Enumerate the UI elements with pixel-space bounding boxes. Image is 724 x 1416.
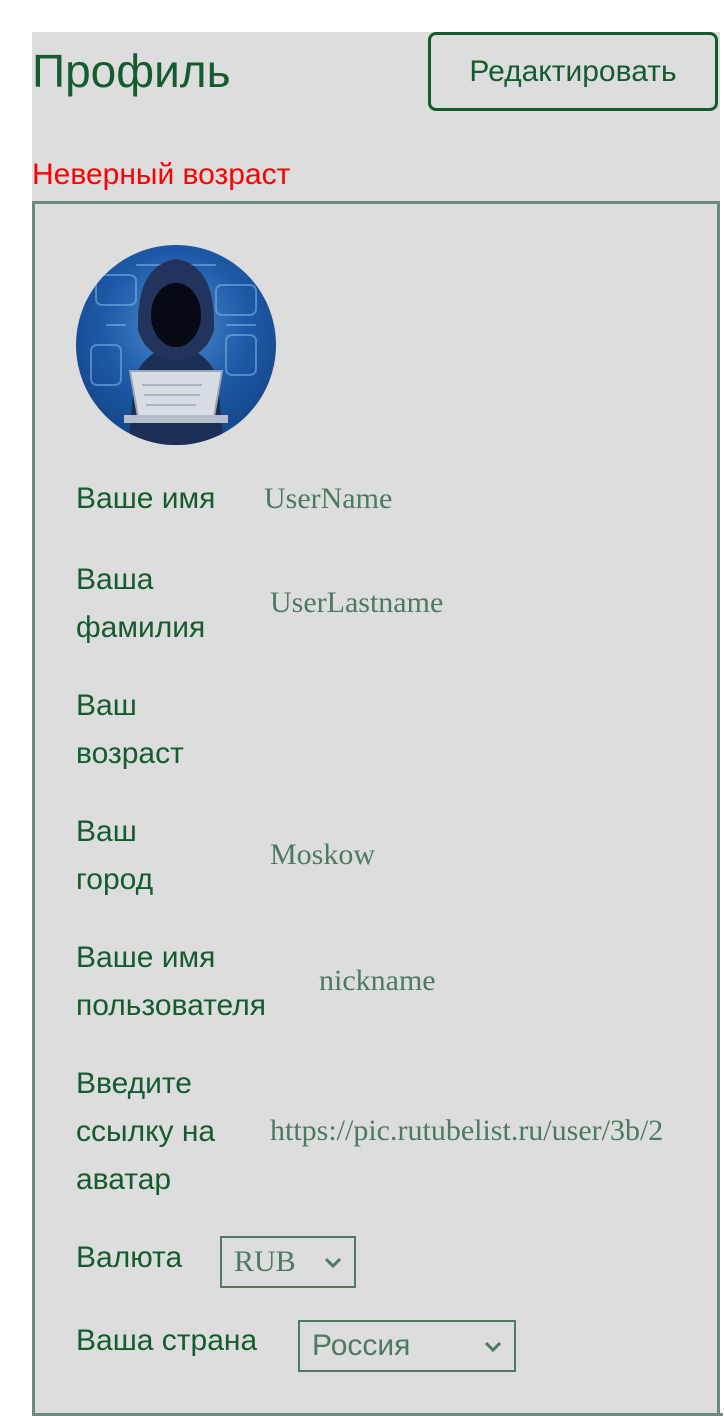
profile-page: Профиль Редактировать Неверный возраст В… xyxy=(32,32,723,1416)
page-title: Профиль xyxy=(32,45,231,97)
error-message: Неверный возраст xyxy=(32,158,291,191)
username-field[interactable]: nickname xyxy=(319,957,679,1005)
country-selected-value: Россия xyxy=(312,1329,411,1362)
country-select[interactable]: Россия xyxy=(298,1320,516,1372)
first-name-label: Ваше имя xyxy=(76,482,216,515)
currency-selected-value: RUB xyxy=(234,1245,296,1278)
last-name-label: Ваша фамилия xyxy=(76,563,206,644)
country-label: Ваша страна xyxy=(76,1324,258,1357)
chevron-down-icon xyxy=(324,1257,342,1269)
avatar xyxy=(76,245,276,445)
profile-card: Ваше имя UserName Ваша фамилия UserLastn… xyxy=(32,201,723,1416)
chevron-down-icon xyxy=(484,1341,502,1353)
last-name-field[interactable]: UserLastname xyxy=(270,579,680,627)
username-label: Ваше имя пользователя xyxy=(76,941,266,1022)
edit-button[interactable]: Редактировать xyxy=(428,32,718,111)
currency-select[interactable]: RUB xyxy=(220,1236,356,1288)
currency-label: Валюта xyxy=(76,1241,183,1274)
avatar-url-field[interactable]: https://pic.rutubelist.ru/user/3b/2 xyxy=(270,1107,672,1155)
hacker-avatar-icon xyxy=(90,259,257,445)
city-field[interactable]: Moskow xyxy=(270,831,680,879)
city-label: Ваш город xyxy=(76,815,154,896)
age-label: Ваш возраст xyxy=(76,689,184,770)
first-name-field[interactable]: UserName xyxy=(264,475,684,523)
avatar-url-label: Введите ссылку на аватар xyxy=(76,1067,216,1196)
